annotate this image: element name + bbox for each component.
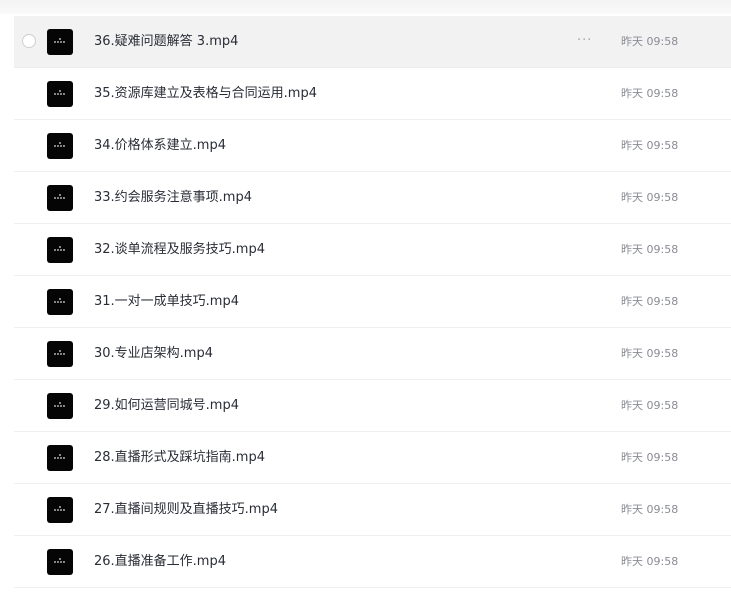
modified-time: 昨天 09:58	[621, 87, 679, 100]
video-thumbnail-icon	[47, 393, 73, 419]
list-top-shadow	[0, 0, 731, 14]
modified-time: 昨天 09:58	[621, 139, 679, 152]
file-name[interactable]: 34.价格体系建立.mp4	[94, 137, 226, 155]
video-thumbnail-icon	[47, 81, 73, 107]
modified-time: 昨天 09:58	[621, 191, 679, 204]
file-row[interactable]: 26.直播准备工作.mp4 昨天 09:58	[14, 536, 731, 588]
modified-time: 昨天 09:58	[621, 555, 679, 568]
file-row[interactable]: 28.直播形式及踩坑指南.mp4 昨天 09:58	[14, 432, 731, 484]
video-thumbnail-icon	[47, 289, 73, 315]
video-thumbnail-icon	[47, 445, 73, 471]
file-row[interactable]: 30.专业店架构.mp4 昨天 09:58	[14, 328, 731, 380]
file-name[interactable]: 32.谈单流程及服务技巧.mp4	[94, 241, 265, 259]
file-name[interactable]: 36.疑难问题解答 3.mp4	[94, 33, 238, 51]
video-thumbnail-icon	[47, 497, 73, 523]
more-dots-icon[interactable]: ···	[577, 33, 592, 49]
modified-time: 昨天 09:58	[621, 451, 679, 464]
file-row[interactable]: 33.约会服务注意事项.mp4 昨天 09:58	[14, 172, 731, 224]
video-thumbnail-icon	[47, 237, 73, 263]
file-row[interactable]: 34.价格体系建立.mp4 昨天 09:58	[14, 120, 731, 172]
file-name[interactable]: 27.直播间规则及直播技巧.mp4	[94, 501, 278, 519]
file-name[interactable]: 31.一对一成单技巧.mp4	[94, 293, 239, 311]
select-checkbox[interactable]	[22, 34, 36, 48]
video-thumbnail-icon	[47, 185, 73, 211]
video-thumbnail-icon	[47, 549, 73, 575]
file-name[interactable]: 30.专业店架构.mp4	[94, 345, 213, 363]
modified-time: 昨天 09:58	[621, 503, 679, 516]
file-row[interactable]: 35.资源库建立及表格与合同运用.mp4 昨天 09:58	[14, 68, 731, 120]
modified-time: 昨天 09:58	[621, 399, 679, 412]
file-row[interactable]: 31.一对一成单技巧.mp4 昨天 09:58	[14, 276, 731, 328]
file-row[interactable]: 32.谈单流程及服务技巧.mp4 昨天 09:58	[14, 224, 731, 276]
file-name[interactable]: 35.资源库建立及表格与合同运用.mp4	[94, 85, 317, 103]
file-row[interactable]: 29.如何运营同城号.mp4 昨天 09:58	[14, 380, 731, 432]
file-name[interactable]: 28.直播形式及踩坑指南.mp4	[94, 449, 265, 467]
file-name[interactable]: 29.如何运营同城号.mp4	[94, 397, 239, 415]
modified-time: 昨天 09:58	[621, 347, 679, 360]
video-thumbnail-icon	[47, 341, 73, 367]
modified-time: 昨天 09:58	[621, 243, 679, 256]
video-thumbnail-icon	[47, 133, 73, 159]
file-name[interactable]: 26.直播准备工作.mp4	[94, 553, 226, 571]
video-thumbnail-icon	[47, 29, 73, 55]
file-row[interactable]: 36.疑难问题解答 3.mp4 ··· 昨天 09:58	[14, 16, 731, 68]
modified-time: 昨天 09:58	[621, 295, 679, 308]
file-name[interactable]: 33.约会服务注意事项.mp4	[94, 189, 252, 207]
modified-time: 昨天 09:58	[621, 35, 679, 48]
file-row[interactable]: 27.直播间规则及直播技巧.mp4 昨天 09:58	[14, 484, 731, 536]
file-list: 36.疑难问题解答 3.mp4 ··· 昨天 09:58 35.资源库建立及表格…	[14, 16, 731, 588]
